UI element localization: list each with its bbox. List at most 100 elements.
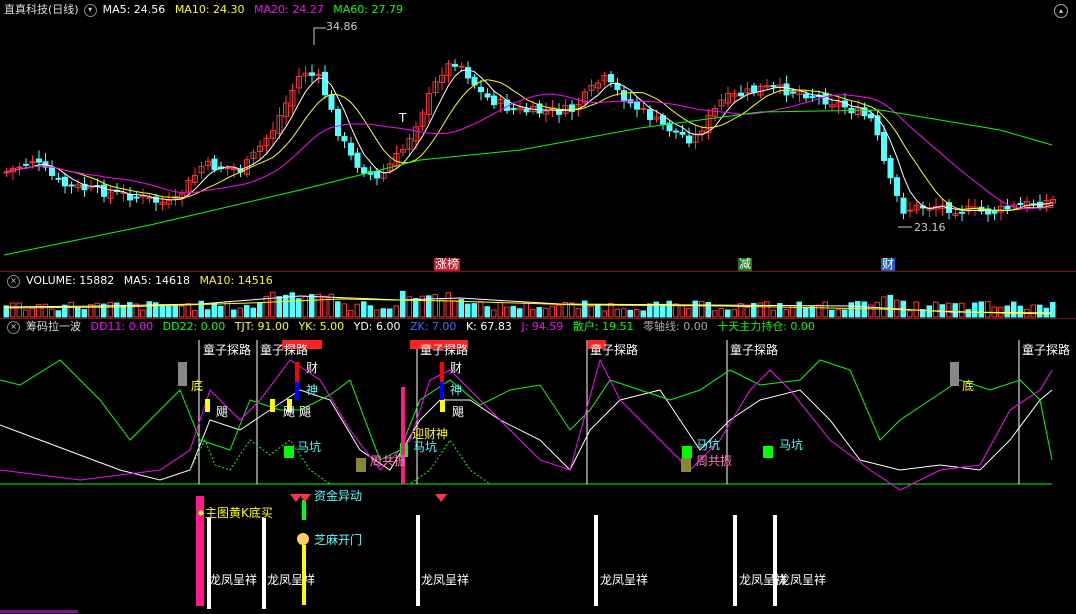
candle-body [465,67,471,79]
signal-block [356,458,366,472]
chart-canvas[interactable] [0,0,1076,614]
candle-body [309,72,315,76]
volume-bar [699,300,705,318]
volume-bar [172,305,178,318]
signal-block [681,458,691,472]
volume-bar [536,307,542,318]
candle-body [894,177,900,196]
tongzi-label: 童子探路 [590,343,639,357]
badge-jian[interactable]: 减 [738,258,753,271]
volume-bar [283,294,289,318]
volume-bar [816,304,822,318]
volume-bar [335,301,341,318]
white-signal-bar [416,515,420,606]
volume-bar [887,294,893,318]
volume-bar [16,302,22,318]
volume-bar [543,307,549,318]
candle-body [1004,205,1011,210]
candle-body [231,167,237,170]
candle-body [803,93,809,99]
volume-bar [972,302,978,318]
volume-bar [270,291,276,318]
volume-bar [68,301,74,318]
makeng-label: 马坑 [297,440,322,454]
volume-bar [556,304,562,318]
volume-bar [575,308,581,318]
candle-body [328,94,335,110]
volume-bar [166,306,172,318]
candle-body [36,158,42,163]
candle-body [23,163,29,166]
ju-label: 飓 [216,405,229,419]
volume-bar [822,301,828,318]
zhutu-label: 主图黄K底买 [205,506,273,520]
signal-block [440,382,444,400]
candle-body [68,184,75,187]
candle-body [679,131,686,135]
volume-bar [588,305,594,318]
badge-zhangbang[interactable]: 涨榜 [434,258,461,271]
volume-bar [848,302,854,318]
candle-body [315,73,322,76]
candle-body [783,83,790,96]
tongzi-label: 童子探路 [260,343,309,357]
volume-bar [679,305,685,318]
candle-body [341,136,348,142]
volume-bar [907,310,913,318]
signal-block [401,387,405,484]
volume-bar [634,308,640,318]
candle-body [127,194,133,201]
volume-bar [458,299,464,318]
badge-cai[interactable]: 财 [881,258,896,271]
volume-bar [471,303,477,318]
high-price-pointer [313,27,326,45]
volume-bar [809,306,815,318]
sanhu-line [0,359,1053,461]
k-line [0,389,1053,481]
volume-bar [874,301,880,318]
volume-bar [952,303,958,318]
signal-block [440,362,444,382]
signal-block [440,399,445,412]
volume-bar [829,309,835,318]
volume-bar [744,306,750,318]
volume-bar [445,292,451,318]
volume-bar [146,301,152,318]
volume-bar [452,300,458,318]
candle-body [458,65,465,68]
volume-bar [601,310,607,318]
longfeng-label: 龙凤呈祥 [421,573,470,587]
volume-bar [1004,305,1010,318]
volume-bar [114,302,120,318]
cai-label: 财 [450,361,463,375]
makeng-label: 马坑 [696,438,721,452]
candle-body [62,176,68,187]
volume-bar [361,301,367,318]
di-label: 底 [962,379,975,393]
volume-bar [127,302,133,318]
candle-body [49,166,55,176]
volume-bar [842,309,848,318]
shen-label: 神 [306,383,319,397]
candle-body [751,85,757,93]
tongzi-label: 童子探路 [1022,343,1071,357]
volume-bar [517,308,523,318]
candle-body [673,130,679,133]
candle-body [29,161,36,164]
volume-bar [497,301,503,318]
volume-bar [491,309,497,318]
candle-body [224,167,231,170]
candle-body [478,86,484,93]
volume-bar [393,305,399,318]
volume-bar [315,293,321,318]
signal-block [295,382,299,400]
candle-body [510,107,517,111]
high-price-label: 34.86 [326,20,358,33]
candle-body [647,109,653,120]
volume-bar [23,309,29,318]
volume-bar [439,299,445,318]
green-signal-bar [302,500,306,520]
longfeng-label: 龙凤呈祥 [600,573,649,587]
volume-bar [10,302,16,318]
zhougong-label: 周共振 [696,454,733,468]
